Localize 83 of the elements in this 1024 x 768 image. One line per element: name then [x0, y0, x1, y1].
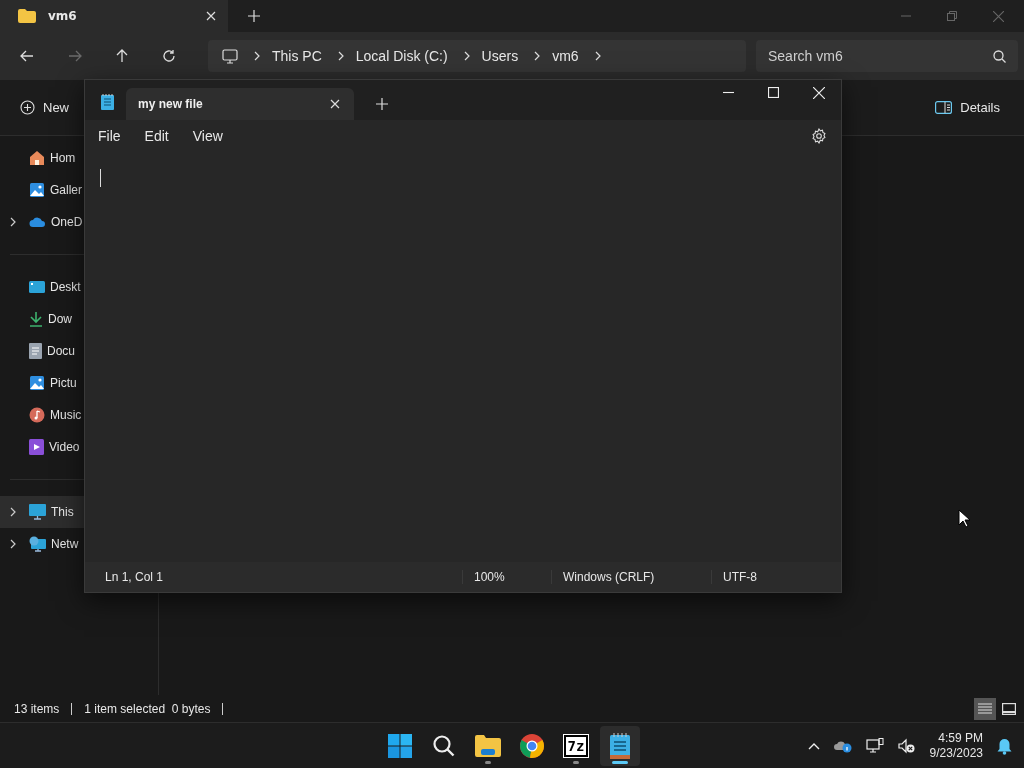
- sidebar-item[interactable]: Docu: [0, 335, 84, 367]
- chevron-icon: [337, 51, 344, 61]
- chevron-icon[interactable]: [10, 217, 16, 227]
- details-view-button[interactable]: [974, 697, 996, 720]
- chevron-icon: [594, 51, 601, 61]
- chevron-icon[interactable]: [10, 507, 16, 517]
- image-icon: [29, 182, 45, 198]
- status-text: UTF-8: [711, 570, 757, 584]
- desktop-icon: [29, 280, 45, 294]
- chevron-icon[interactable]: [10, 539, 16, 549]
- up-icon[interactable]: [116, 49, 128, 63]
- mouse-cursor-icon: [958, 509, 970, 528]
- details-button[interactable]: Details: [929, 96, 1006, 119]
- back-icon[interactable]: [20, 50, 34, 62]
- chevron-up-icon[interactable]: [807, 742, 820, 750]
- cloud-info-icon[interactable]: [833, 739, 852, 753]
- running-indicator: [573, 761, 579, 764]
- address-bar[interactable]: This PC Local Disk (C:) Users vm6: [208, 40, 746, 72]
- video-icon: [29, 439, 44, 455]
- notepad-icon: [101, 94, 114, 110]
- sidebar-item[interactable]: This: [0, 496, 84, 528]
- status-text: 100%: [462, 570, 551, 584]
- sidebar-item[interactable]: Hom: [0, 142, 84, 174]
- breadcrumb-item[interactable]: This PC: [272, 48, 322, 64]
- sidebar-item[interactable]: Netw: [0, 528, 84, 560]
- sidebar-item[interactable]: Music: [0, 399, 84, 431]
- document-tab[interactable]: my new file: [126, 88, 354, 120]
- status-text: 13 items: [14, 701, 60, 716]
- sidebar-item[interactable]: Video: [0, 431, 84, 463]
- breadcrumb-item[interactable]: Local Disk (C:): [355, 48, 448, 64]
- cloud-icon: [29, 216, 46, 228]
- sidebar-item[interactable]: Pictu: [0, 367, 84, 399]
- clock-date[interactable]: 9/23/2023: [929, 746, 983, 761]
- document-icon: [29, 343, 42, 359]
- breadcrumb-item[interactable]: vm6: [552, 48, 579, 64]
- refresh-icon[interactable]: [162, 49, 176, 63]
- menu-item[interactable]: View: [192, 128, 223, 144]
- browser-icon[interactable]: [520, 734, 544, 758]
- network-icon: [29, 536, 46, 552]
- plus-circle-icon: [20, 100, 35, 115]
- running-indicator: [485, 761, 491, 764]
- monitor-icon: [222, 48, 238, 64]
- clock-time[interactable]: 4:59 PM: [938, 731, 983, 746]
- muted-speaker-icon[interactable]: [897, 738, 916, 754]
- folder-icon[interactable]: [475, 735, 501, 757]
- download-icon: [29, 311, 43, 327]
- sidebar-item[interactable]: Dow: [0, 303, 84, 335]
- restore-icon[interactable]: [947, 10, 957, 21]
- sidebar-item[interactable]: Galler: [0, 174, 84, 206]
- folder-icon: [18, 9, 36, 23]
- chevron-icon: [534, 51, 541, 61]
- breadcrumb-item[interactable]: Users: [481, 48, 519, 64]
- status-text: Windows (CRLF): [551, 570, 711, 584]
- status-text: Ln 1, Col 1: [104, 570, 165, 584]
- house-icon: [29, 150, 45, 166]
- sidebar-item[interactable]: OneD: [0, 206, 84, 238]
- add-tab-icon[interactable]: [248, 10, 260, 22]
- explorer-tab[interactable]: vm6: [0, 0, 228, 32]
- add-tab-icon[interactable]: [376, 98, 388, 110]
- start-icon[interactable]: [388, 734, 412, 758]
- menu-item[interactable]: File: [98, 128, 121, 144]
- chevron-icon: [463, 51, 470, 61]
- search-icon[interactable]: [993, 50, 1006, 63]
- new-button[interactable]: New: [14, 96, 75, 119]
- details-pane-icon: [935, 101, 953, 114]
- status-text: 1 item selected 0 bytes: [84, 701, 211, 716]
- bell-icon[interactable]: [997, 737, 1012, 755]
- chevron-icon: [254, 51, 260, 61]
- network-icon[interactable]: [865, 738, 884, 754]
- menu-item[interactable]: Edit: [144, 128, 169, 144]
- search-icon[interactable]: [433, 735, 455, 757]
- maximize-icon[interactable]: [768, 87, 779, 98]
- notepad-icon[interactable]: [610, 733, 630, 759]
- image-icon: [29, 375, 45, 391]
- archiver-icon[interactable]: 7z: [563, 735, 589, 757]
- music-icon: [29, 407, 45, 423]
- settings-icon[interactable]: [811, 128, 827, 144]
- tiles-icon: [1002, 702, 1016, 715]
- monitor-icon: [29, 504, 46, 520]
- sidebar-item[interactable]: Deskt: [0, 271, 84, 303]
- search-field[interactable]: Search vm6: [756, 40, 1018, 72]
- running-indicator: [612, 761, 628, 764]
- list-icon: [978, 702, 992, 715]
